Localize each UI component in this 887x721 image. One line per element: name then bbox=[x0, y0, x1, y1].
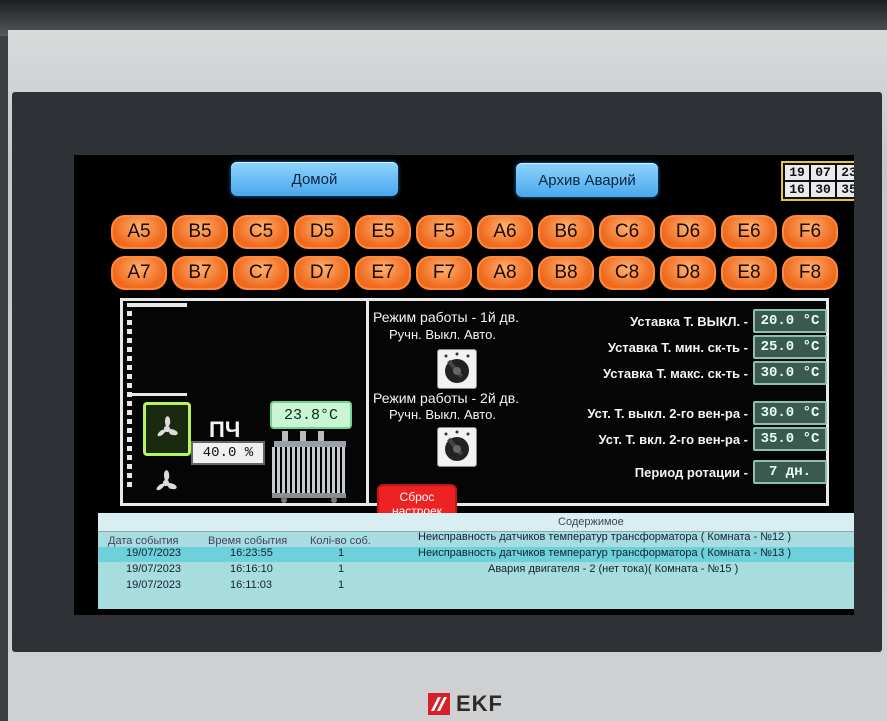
setpoint-off-value[interactable]: 20.0 °C bbox=[753, 309, 827, 333]
alarm-button[interactable]: E8 bbox=[721, 256, 777, 290]
time-minute: 30 bbox=[811, 182, 835, 197]
transformer-icon bbox=[268, 429, 352, 503]
reset-line-1: Сброс bbox=[399, 490, 435, 504]
mode-2-title: Режим работы - 2й дв. bbox=[373, 390, 520, 406]
setpoint-max-speed-value[interactable]: 30.0 °C bbox=[753, 361, 827, 385]
brand-name: EKF bbox=[456, 691, 503, 716]
setpoint-min-speed-value[interactable]: 25.0 °C bbox=[753, 335, 827, 359]
alarm-button[interactable]: B6 bbox=[538, 215, 594, 249]
date-month: 07 bbox=[811, 165, 835, 180]
log-content: Неисправность датчиков температур трансф… bbox=[418, 547, 792, 559]
alarm-archive-button[interactable]: Архив Аварий bbox=[516, 163, 658, 197]
alarm-button[interactable]: E6 bbox=[721, 215, 777, 249]
frequency-converter-label: ПЧ bbox=[209, 417, 241, 442]
alarm-button[interactable]: C8 bbox=[599, 256, 655, 290]
setpoint-label: Уставка Т. мин. ск-ть - bbox=[607, 340, 748, 355]
alarm-buttons-grid: A5 B5 C5 D5 E5 F5 A6 B6 C6 D6 E6 F6 A7 B… bbox=[111, 215, 838, 290]
event-log-header: Дата события Время события Колі-во соб. … bbox=[98, 513, 854, 547]
date-day: 19 bbox=[785, 165, 809, 180]
alarm-button[interactable]: B7 bbox=[172, 256, 228, 290]
setpoint-label: Период ротации - bbox=[634, 465, 748, 480]
log-date: 19/07/2023 bbox=[126, 547, 182, 559]
mode-2-selector-switch-icon[interactable] bbox=[437, 427, 477, 467]
log-count: 1 bbox=[338, 579, 345, 591]
log-date: 19/07/2023 bbox=[126, 579, 182, 591]
hmi-screen: Домой Архив Аварий 19 07 23 16 30 35 A5 … bbox=[74, 155, 854, 615]
alarm-button[interactable]: D7 bbox=[294, 256, 350, 290]
alarm-button[interactable]: C5 bbox=[233, 215, 289, 249]
date-year: 23 bbox=[837, 165, 854, 180]
frequency-converter-value: 40.0 % bbox=[191, 441, 265, 465]
log-count: 1 bbox=[338, 563, 345, 575]
fan-2-icon[interactable] bbox=[145, 459, 187, 507]
log-content: Авария двигателя - 2 (нет тока)( Комната… bbox=[488, 563, 739, 575]
alarm-button[interactable]: F8 bbox=[782, 256, 838, 290]
datetime-display: 19 07 23 16 30 35 bbox=[781, 161, 854, 201]
alarm-button[interactable]: F6 bbox=[782, 215, 838, 249]
setpoint-fan2-off-value[interactable]: 30.0 °C bbox=[753, 401, 827, 425]
setpoint-label: Уставка Т. ВЫКЛ. - bbox=[630, 314, 748, 329]
ekf-logo-icon bbox=[428, 693, 450, 715]
alarm-button[interactable]: E5 bbox=[355, 215, 411, 249]
log-content: Неисправность датчиков температур трансф… bbox=[418, 531, 792, 543]
alarm-button[interactable]: A6 bbox=[477, 215, 533, 249]
alarm-button[interactable]: D6 bbox=[660, 215, 716, 249]
mode-2-labels: Ручн. Выкл. Авто. bbox=[389, 407, 496, 422]
alarm-button[interactable]: E7 bbox=[355, 256, 411, 290]
alarm-button[interactable]: B8 bbox=[538, 256, 594, 290]
time-second: 35 bbox=[837, 182, 854, 197]
event-log-table: Дата события Время события Колі-во соб. … bbox=[98, 513, 854, 609]
log-time: 16:16:10 bbox=[230, 563, 273, 575]
duct-beam bbox=[127, 393, 187, 396]
table-row[interactable]: Неисправность датчиков температур трансф… bbox=[98, 531, 854, 546]
alarm-button[interactable]: B5 bbox=[172, 215, 228, 249]
table-row[interactable]: 19/07/2023 16:11:03 1 bbox=[98, 579, 854, 594]
setpoint-label: Уставка Т. макс. ск-ть - bbox=[603, 366, 748, 381]
alarm-button[interactable]: D5 bbox=[294, 215, 350, 249]
time-hour: 16 bbox=[785, 182, 809, 197]
log-time: 16:11:03 bbox=[230, 579, 273, 591]
alarm-button[interactable]: F7 bbox=[416, 256, 472, 290]
duct-beam bbox=[127, 303, 187, 307]
log-date: 19/07/2023 bbox=[126, 563, 182, 575]
rotation-period-value[interactable]: 7 дн. bbox=[753, 460, 827, 484]
alarm-button[interactable]: C7 bbox=[233, 256, 289, 290]
table-row[interactable]: 19/07/2023 16:16:10 1 Авария двигателя -… bbox=[98, 563, 854, 578]
setpoint-fan2-on-value[interactable]: 35.0 °C bbox=[753, 427, 827, 451]
transformer-temperature: 23.8°C bbox=[270, 401, 352, 429]
alarm-button[interactable]: A7 bbox=[111, 256, 167, 290]
panel-divider bbox=[366, 301, 369, 503]
col-content-header: Содержимое bbox=[558, 516, 624, 528]
control-panel: ПЧ 40.0 % 23.8°C Режим работы - 1й дв. Р… bbox=[120, 298, 829, 524]
alarm-button[interactable]: C6 bbox=[599, 215, 655, 249]
mode-1-selector-switch-icon[interactable] bbox=[437, 349, 477, 389]
alarm-button[interactable]: D8 bbox=[660, 256, 716, 290]
duct-ladder bbox=[127, 311, 132, 496]
fan-1-icon[interactable] bbox=[143, 402, 191, 456]
setpoint-label: Уст. Т. вкл. 2-го вен-ра - bbox=[598, 432, 748, 447]
home-button[interactable]: Домой bbox=[231, 162, 398, 196]
brand-logo: EKF bbox=[428, 691, 503, 716]
log-count: 1 bbox=[338, 547, 345, 559]
alarm-button[interactable]: F5 bbox=[416, 215, 472, 249]
log-time: 16:23:55 bbox=[230, 547, 273, 559]
mode-1-labels: Ручн. Выкл. Авто. bbox=[389, 327, 496, 342]
alarm-button[interactable]: A5 bbox=[111, 215, 167, 249]
mode-1-title: Режим работы - 1й дв. bbox=[373, 309, 520, 325]
alarm-button[interactable]: A8 bbox=[477, 256, 533, 290]
table-row[interactable]: 19/07/2023 16:23:55 1 Неисправность датч… bbox=[98, 547, 854, 562]
setpoint-label: Уст. Т. выкл. 2-го вен-ра - bbox=[587, 406, 748, 421]
